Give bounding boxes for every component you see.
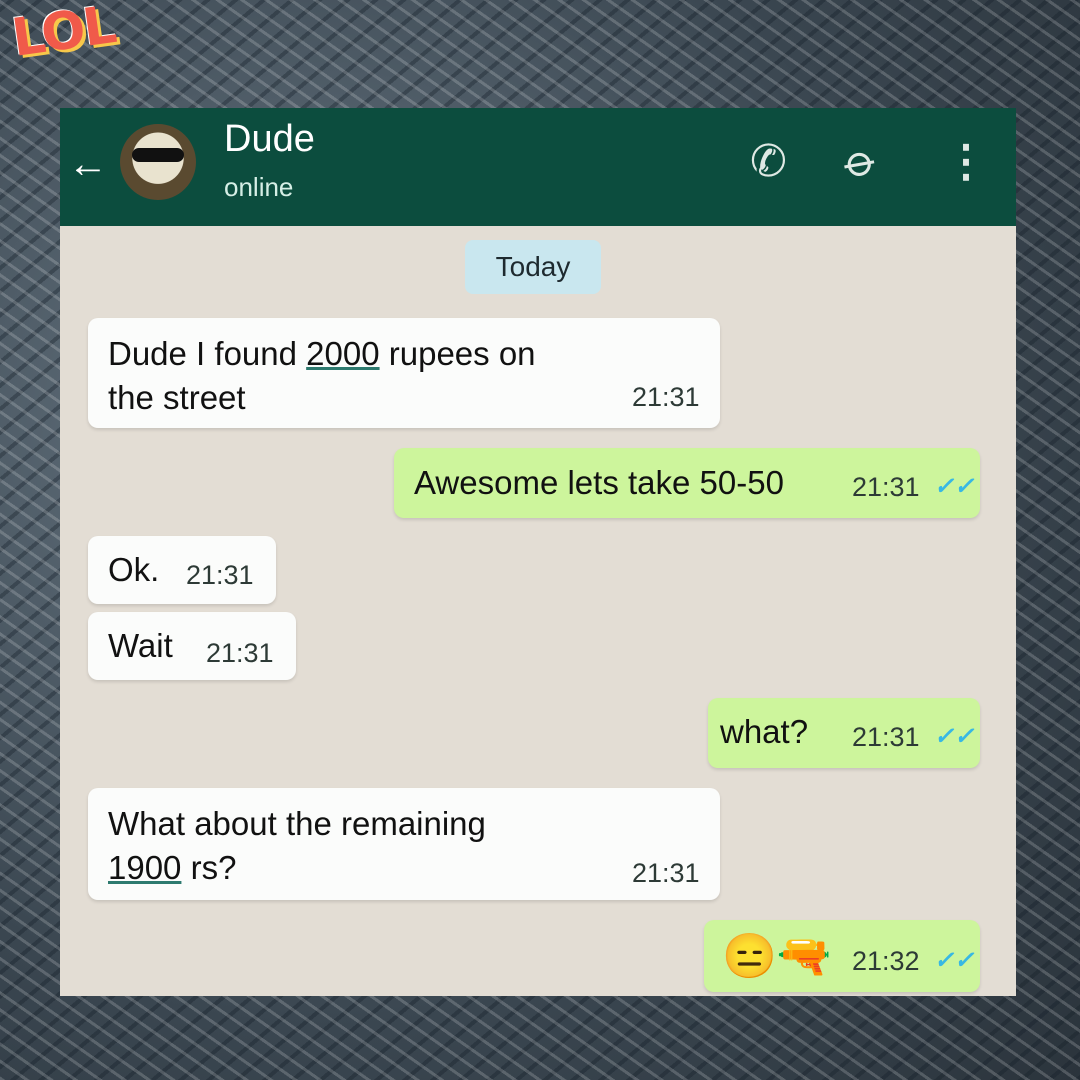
message-bubble[interactable]: 😑🔫 21:32 ✓✓ — [704, 920, 980, 992]
phone-icon[interactable]: ✆ — [750, 136, 787, 187]
avatar[interactable] — [120, 124, 196, 200]
message-text-part: rupees on — [379, 335, 536, 372]
message-number-link[interactable]: 1900 — [108, 849, 181, 886]
message-time: 21:31 — [852, 472, 920, 502]
paperclip-icon[interactable]: ⌀ — [836, 133, 887, 190]
message-text-part: rs? — [181, 849, 237, 886]
emoji-expressionless-gun: 😑🔫 — [722, 932, 832, 981]
message-text: Dude I found 2000 rupees on the street — [108, 332, 536, 420]
message-text: Ok. — [108, 551, 160, 588]
date-divider: Today — [465, 240, 601, 294]
message-time: 21:31 — [632, 858, 700, 888]
chat-header: ← Dude online ✆ ⌀ ⋮ — [60, 108, 1016, 226]
message-bubble[interactable]: Ok. 21:31 — [88, 536, 276, 604]
message-text-part: the street — [108, 379, 246, 416]
contact-name[interactable]: Dude — [224, 118, 315, 161]
message-text: What about the remaining 1900 rs? — [108, 802, 486, 890]
message-bubble[interactable]: what? 21:31 ✓✓ — [708, 698, 980, 768]
more-vert-icon[interactable]: ⋮ — [944, 136, 988, 187]
message-bubble[interactable]: Wait 21:31 — [88, 612, 296, 680]
message-bubble[interactable]: Dude I found 2000 rupees on the street 2… — [88, 318, 720, 428]
chat-screen: ← Dude online ✆ ⌀ ⋮ Today Dude I found 2… — [60, 108, 1016, 996]
lol-logo: LOL — [8, 0, 119, 69]
message-time: 21:32 — [852, 946, 920, 976]
read-ticks-icon: ✓✓ — [934, 473, 975, 500]
read-ticks-icon: ✓✓ — [934, 723, 975, 750]
message-time: 21:31 — [852, 722, 920, 752]
message-bubble[interactable]: What about the remaining 1900 rs? 21:31 — [88, 788, 720, 900]
message-text: Wait — [108, 627, 173, 664]
message-text: Awesome lets take 50-50 — [414, 464, 784, 501]
contact-status: online — [224, 172, 294, 202]
message-bubble[interactable]: Awesome lets take 50-50 21:31 ✓✓ — [394, 448, 980, 518]
message-text: what? — [720, 713, 809, 750]
read-ticks-icon: ✓✓ — [934, 947, 975, 974]
message-text-part: Dude I found — [108, 335, 307, 372]
sunglasses-icon — [132, 148, 184, 162]
message-text-part: What about the remaining — [108, 805, 486, 842]
message-time: 21:31 — [186, 560, 254, 590]
message-number-link[interactable]: 2000 — [306, 335, 379, 372]
message-time: 21:31 — [206, 638, 274, 668]
back-arrow-icon[interactable]: ← — [68, 142, 108, 187]
message-time: 21:31 — [632, 382, 700, 412]
